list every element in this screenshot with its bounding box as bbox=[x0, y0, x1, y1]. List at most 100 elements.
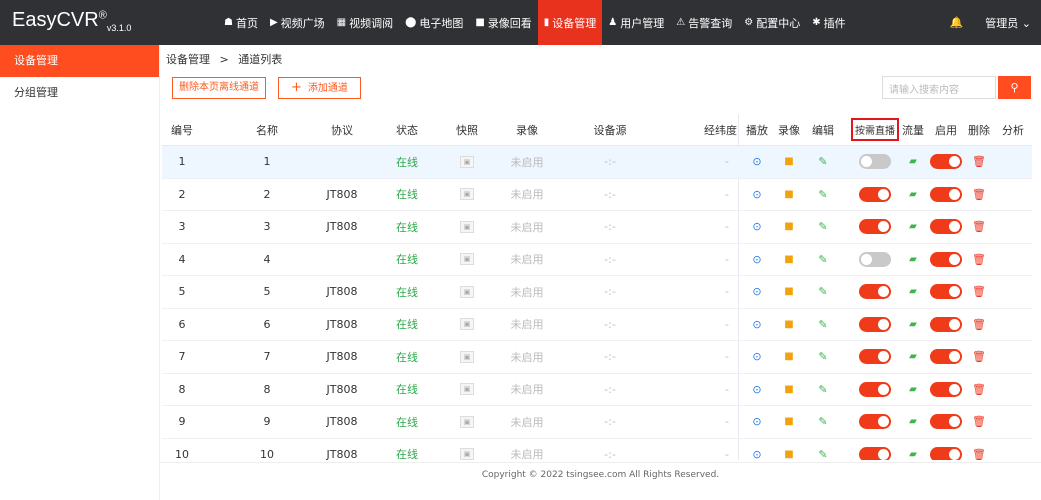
play-icon[interactable]: ⊙ bbox=[752, 350, 761, 363]
table-row[interactable]: 9 9 JT808 在线 未启用 -:- - ▣ ⊙ ■ ✎ ▰ 🗑 bbox=[162, 406, 1032, 439]
trash-icon[interactable]: 🗑 bbox=[972, 155, 986, 168]
record-icon[interactable]: ■ bbox=[784, 254, 793, 265]
snapshot-thumbnail-icon[interactable]: ▣ bbox=[460, 253, 474, 266]
traffic-icon[interactable]: ▰ bbox=[909, 384, 917, 395]
ondemand-toggle[interactable] bbox=[859, 186, 891, 202]
ondemand-toggle[interactable] bbox=[859, 251, 891, 267]
table-row[interactable]: 6 6 JT808 在线 未启用 -:- - ▣ ⊙ ■ ✎ ▰ 🗑 bbox=[162, 309, 1032, 341]
play-icon[interactable]: ⊙ bbox=[752, 188, 761, 201]
play-icon[interactable]: ⊙ bbox=[752, 415, 761, 428]
edit-icon[interactable]: ✎ bbox=[818, 188, 827, 201]
record-icon[interactable]: ■ bbox=[784, 286, 793, 297]
trash-icon[interactable]: 🗑 bbox=[972, 415, 986, 428]
edit-icon[interactable]: ✎ bbox=[818, 285, 827, 298]
traffic-icon[interactable]: ▰ bbox=[909, 221, 917, 232]
nav-item-8[interactable]: ⚙ 配置中心 bbox=[738, 0, 806, 45]
ondemand-toggle[interactable] bbox=[859, 284, 891, 300]
snapshot-thumbnail-icon[interactable]: ▣ bbox=[460, 285, 474, 298]
sidebar-item-device-management[interactable]: 设备管理 bbox=[0, 45, 159, 77]
table-row[interactable]: 1 1 在线 未启用 -:- - ▣ ⊙ ■ ✎ ▰ 🗑 bbox=[162, 146, 1032, 179]
nav-item-0[interactable]: ☗ 首页 bbox=[218, 0, 264, 45]
table-row[interactable]: 10 10 JT808 在线 未启用 -:- - ▣ ⊙ ■ ✎ ▰ 🗑 bbox=[162, 439, 1032, 460]
play-icon[interactable]: ⊙ bbox=[752, 253, 761, 266]
add-channel-button[interactable]: + 添加通道 bbox=[278, 77, 361, 99]
nav-item-7[interactable]: ⚠ 告警查询 bbox=[670, 0, 738, 45]
ondemand-toggle[interactable] bbox=[859, 446, 891, 460]
edit-icon[interactable]: ✎ bbox=[818, 350, 827, 363]
traffic-icon[interactable]: ▰ bbox=[909, 189, 917, 200]
trash-icon[interactable]: 🗑 bbox=[972, 285, 986, 298]
edit-icon[interactable]: ✎ bbox=[818, 448, 827, 460]
traffic-icon[interactable]: ▰ bbox=[909, 319, 917, 330]
record-icon[interactable]: ■ bbox=[784, 221, 793, 232]
snapshot-thumbnail-icon[interactable]: ▣ bbox=[460, 350, 474, 363]
record-icon[interactable]: ■ bbox=[784, 416, 793, 427]
snapshot-thumbnail-icon[interactable]: ▣ bbox=[460, 188, 474, 201]
snapshot-thumbnail-icon[interactable]: ▣ bbox=[460, 448, 474, 460]
sidebar-item-group-management[interactable]: 分组管理 bbox=[0, 77, 159, 109]
ondemand-toggle[interactable] bbox=[859, 219, 891, 235]
enable-toggle[interactable] bbox=[930, 219, 962, 235]
trash-icon[interactable]: 🗑 bbox=[972, 188, 986, 201]
app-logo[interactable]: EasyCVR®v3.1.0 bbox=[12, 9, 131, 33]
edit-icon[interactable]: ✎ bbox=[818, 415, 827, 428]
record-icon[interactable]: ■ bbox=[784, 351, 793, 362]
edit-icon[interactable]: ✎ bbox=[818, 383, 827, 396]
trash-icon[interactable]: 🗑 bbox=[972, 448, 986, 460]
nav-item-1[interactable]: ▶ 视频广场 bbox=[264, 0, 331, 45]
enable-toggle[interactable] bbox=[930, 446, 962, 460]
traffic-icon[interactable]: ▰ bbox=[909, 416, 917, 427]
record-icon[interactable]: ■ bbox=[784, 449, 793, 460]
traffic-icon[interactable]: ▰ bbox=[909, 351, 917, 362]
enable-toggle[interactable] bbox=[930, 414, 962, 430]
play-icon[interactable]: ⊙ bbox=[752, 318, 761, 331]
edit-icon[interactable]: ✎ bbox=[818, 155, 827, 168]
nav-item-5[interactable]: ▮ 设备管理 bbox=[537, 0, 603, 45]
snapshot-thumbnail-icon[interactable]: ▣ bbox=[460, 415, 474, 428]
nav-item-2[interactable]: ▦ 视频调阅 bbox=[331, 0, 399, 45]
enable-toggle[interactable] bbox=[930, 381, 962, 397]
nav-item-4[interactable]: ■ 录像回看 bbox=[469, 0, 537, 45]
record-icon[interactable]: ■ bbox=[784, 319, 793, 330]
breadcrumb-root[interactable]: 设备管理 bbox=[166, 53, 210, 66]
user-menu[interactable]: 管理员 ⌄ bbox=[985, 15, 1031, 31]
search-input[interactable]: 请输入搜索内容 bbox=[882, 76, 996, 99]
edit-icon[interactable]: ✎ bbox=[818, 220, 827, 233]
table-row[interactable]: 7 7 JT808 在线 未启用 -:- - ▣ ⊙ ■ ✎ ▰ 🗑 bbox=[162, 341, 1032, 374]
trash-icon[interactable]: 🗑 bbox=[972, 350, 986, 363]
trash-icon[interactable]: 🗑 bbox=[972, 318, 986, 331]
snapshot-thumbnail-icon[interactable]: ▣ bbox=[460, 155, 474, 168]
record-icon[interactable]: ■ bbox=[784, 384, 793, 395]
snapshot-thumbnail-icon[interactable]: ▣ bbox=[460, 318, 474, 331]
trash-icon[interactable]: 🗑 bbox=[972, 383, 986, 396]
ondemand-toggle[interactable] bbox=[859, 349, 891, 365]
play-icon[interactable]: ⊙ bbox=[752, 285, 761, 298]
trash-icon[interactable]: 🗑 bbox=[972, 253, 986, 266]
enable-toggle[interactable] bbox=[930, 284, 962, 300]
delete-offline-button[interactable]: 删除本页离线通道 bbox=[172, 77, 266, 99]
table-row[interactable]: 5 5 JT808 在线 未启用 -:- - ▣ ⊙ ■ ✎ ▰ 🗑 bbox=[162, 276, 1032, 309]
table-row[interactable]: 8 8 JT808 在线 未启用 -:- - ▣ ⊙ ■ ✎ ▰ 🗑 bbox=[162, 374, 1032, 406]
ondemand-toggle[interactable] bbox=[859, 316, 891, 332]
play-icon[interactable]: ⊙ bbox=[752, 220, 761, 233]
record-icon[interactable]: ■ bbox=[784, 156, 793, 167]
ondemand-toggle[interactable] bbox=[859, 154, 891, 170]
record-icon[interactable]: ■ bbox=[784, 189, 793, 200]
edit-icon[interactable]: ✎ bbox=[818, 318, 827, 331]
traffic-icon[interactable]: ▰ bbox=[909, 449, 917, 460]
edit-icon[interactable]: ✎ bbox=[818, 253, 827, 266]
traffic-icon[interactable]: ▰ bbox=[909, 254, 917, 265]
table-row[interactable]: 2 2 JT808 在线 未启用 -:- - ▣ ⊙ ■ ✎ ▰ 🗑 bbox=[162, 179, 1032, 211]
trash-icon[interactable]: 🗑 bbox=[972, 220, 986, 233]
enable-toggle[interactable] bbox=[930, 251, 962, 267]
ondemand-toggle[interactable] bbox=[859, 381, 891, 397]
nav-item-6[interactable]: ♟ 用户管理 bbox=[602, 0, 670, 45]
ondemand-toggle[interactable] bbox=[859, 414, 891, 430]
enable-toggle[interactable] bbox=[930, 154, 962, 170]
enable-toggle[interactable] bbox=[930, 186, 962, 202]
bell-icon[interactable]: 🔔 bbox=[950, 16, 964, 29]
nav-item-9[interactable]: ✱ 插件 bbox=[806, 0, 851, 45]
enable-toggle[interactable] bbox=[930, 316, 962, 332]
table-row[interactable]: 3 3 JT808 在线 未启用 -:- - ▣ ⊙ ■ ✎ ▰ 🗑 bbox=[162, 211, 1032, 244]
search-button[interactable]: ⚲ bbox=[998, 76, 1031, 99]
